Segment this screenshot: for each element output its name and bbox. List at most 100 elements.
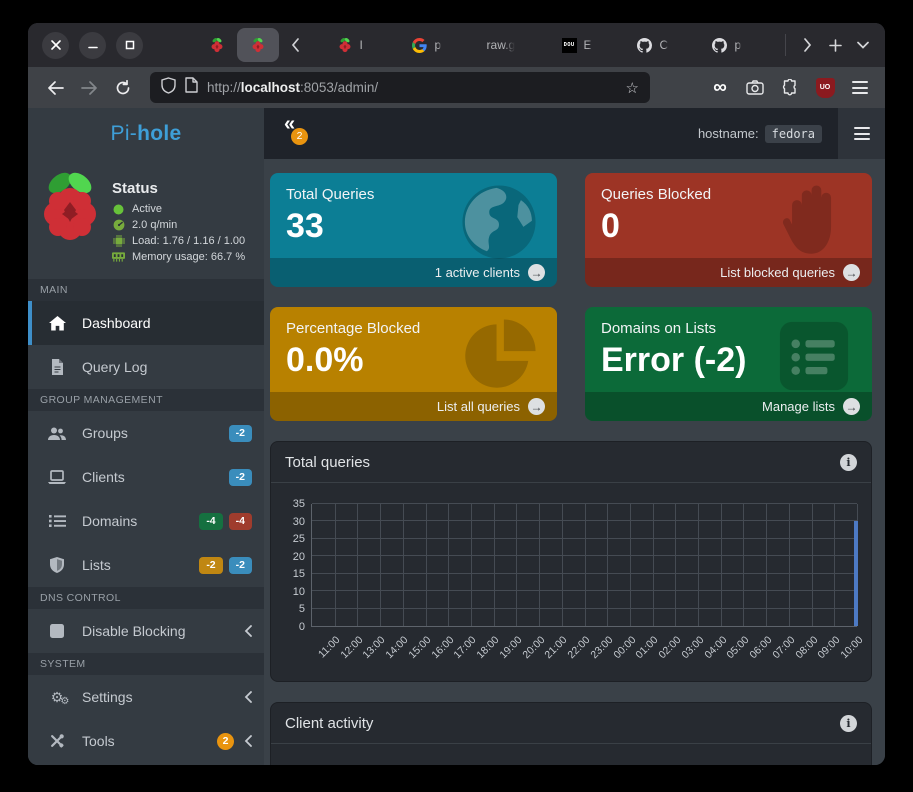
- ublock-origin-icon[interactable]: UO: [812, 75, 838, 101]
- card-title: Percentage Blocked: [270, 307, 557, 337]
- dou-favicon: DOU: [562, 38, 577, 53]
- card-value: Error (-2): [585, 337, 872, 380]
- v-gridline: [471, 504, 472, 626]
- card-domains-on-lists: Domains on ListsError (-2) Manage lists→: [585, 307, 872, 421]
- bookmark-star-icon[interactable]: ☆: [626, 79, 639, 97]
- back-button[interactable]: [40, 73, 70, 103]
- total-queries-chart[interactable]: 05101520253035 11:0012:0013:0014:0015:00…: [271, 483, 871, 681]
- sidebar-item-settings[interactable]: ⚙⚙Settings: [28, 675, 264, 719]
- sidebar-item-lists[interactable]: Lists-2-2: [28, 543, 264, 587]
- pinned-tab-raspberry[interactable]: [209, 37, 225, 53]
- card-footer-link[interactable]: List blocked queries→: [585, 258, 872, 287]
- browser-tab-4[interactable]: C: [631, 37, 706, 53]
- toolbar-extension-icons: ∞ UO: [707, 75, 873, 101]
- file-icon: [32, 359, 82, 375]
- card-footer-label: 1 active clients: [435, 265, 520, 280]
- total-queries-panel: Total queries i 05101520253035 11:0012:0…: [270, 441, 872, 682]
- github-favicon: [712, 37, 728, 53]
- tracking-protection-shield-icon[interactable]: [161, 77, 176, 99]
- browser-tab-3[interactable]: DOUE: [556, 37, 631, 53]
- extensions-puzzle-icon[interactable]: [777, 75, 803, 101]
- tab-scroll-right-icon[interactable]: [794, 31, 822, 59]
- sidebar-section-main: MAIN: [28, 279, 264, 301]
- browser-tab-2[interactable]: raw.g: [481, 37, 556, 53]
- card-title: Domains on Lists: [585, 307, 872, 337]
- info-icon[interactable]: i: [840, 715, 857, 732]
- sidebar-item-label: Disable Blocking: [82, 623, 234, 639]
- info-icon[interactable]: i: [840, 454, 857, 471]
- sidebar-collapse-button[interactable]: « 2: [280, 111, 310, 151]
- card-footer-link[interactable]: 1 active clients→: [270, 258, 557, 287]
- y-axis-label: 30: [273, 516, 305, 528]
- tab-scroll-left-icon[interactable]: [283, 38, 309, 52]
- url-text[interactable]: http://localhost:8053/admin/: [207, 80, 617, 95]
- page-info-icon[interactable]: [185, 77, 198, 98]
- v-gridline: [766, 504, 767, 626]
- v-gridline: [448, 504, 449, 626]
- card-footer-link[interactable]: Manage lists→: [585, 392, 872, 421]
- new-tab-button[interactable]: [821, 31, 849, 59]
- count-badge: -2: [229, 557, 252, 574]
- count-badge: -4: [199, 513, 222, 530]
- browser-tab-5[interactable]: p: [706, 37, 781, 53]
- sidebar-item-label: Query Log: [82, 359, 252, 375]
- v-gridline: [834, 504, 835, 626]
- v-gridline: [698, 504, 699, 626]
- v-gridline: [630, 504, 631, 626]
- infinity-extension-icon[interactable]: ∞: [707, 75, 733, 101]
- v-gridline: [721, 504, 722, 626]
- sidebar-item-dashboard[interactable]: Dashboard: [28, 301, 264, 345]
- address-bar[interactable]: http://localhost:8053/admin/ ☆: [150, 72, 650, 103]
- google-favicon: [412, 37, 428, 53]
- browser-tab-0[interactable]: I: [331, 37, 406, 53]
- raspberry-logo: [38, 168, 102, 267]
- reload-button[interactable]: [108, 73, 138, 103]
- update-count-badge: 2: [291, 128, 308, 145]
- maximize-button[interactable]: [116, 32, 143, 59]
- close-button[interactable]: [42, 32, 69, 59]
- card-footer-label: List all queries: [437, 399, 520, 414]
- card-footer-link[interactable]: List all queries→: [270, 392, 557, 421]
- screenshot-camera-icon[interactable]: [742, 75, 768, 101]
- browser-window: Ipraw.gDOUECp http://local: [28, 23, 885, 765]
- query-bar-10:00[interactable]: [854, 521, 858, 626]
- sidebar-item-disable-blocking[interactable]: Disable Blocking: [28, 609, 264, 653]
- total-queries-plot[interactable]: [311, 504, 857, 627]
- v-gridline: [607, 504, 608, 626]
- minimize-button[interactable]: [79, 32, 106, 59]
- card-value: 0: [585, 203, 872, 246]
- v-gridline: [675, 504, 676, 626]
- navigation-toolbar: http://localhost:8053/admin/ ☆ ∞ UO: [28, 67, 885, 108]
- sidebar-item-label: Domains: [82, 513, 193, 529]
- card-title: Queries Blocked: [585, 173, 872, 203]
- sidebar-item-query-log[interactable]: Query Log: [28, 345, 264, 389]
- logo-part1: Pi-: [111, 122, 138, 146]
- v-gridline: [743, 504, 744, 626]
- header-bar: « 2 hostname: fedora: [264, 108, 838, 159]
- sidebar-item-clients[interactable]: Clients-2: [28, 455, 264, 499]
- browser-tab-1[interactable]: p: [406, 37, 481, 53]
- sidebar-item-tools[interactable]: Tools2: [28, 719, 264, 763]
- status-text: Active: [132, 203, 162, 215]
- pihole-menu-button[interactable]: [838, 108, 885, 159]
- users-icon: [32, 426, 82, 441]
- v-gridline: [812, 504, 813, 626]
- forward-button[interactable]: [74, 73, 104, 103]
- sidebar-item-domains[interactable]: Domains-4-4: [28, 499, 264, 543]
- sidebar-item-groups[interactable]: Groups-2: [28, 411, 264, 455]
- browser-menu-icon[interactable]: [847, 75, 873, 101]
- count-badge: -2: [229, 425, 252, 442]
- dot-icon: [112, 204, 125, 215]
- arrow-circle-right-icon: →: [843, 264, 860, 281]
- status-dot: Active: [112, 203, 245, 215]
- y-axis-label: 20: [273, 551, 305, 563]
- client-activity-chart[interactable]: [271, 744, 871, 765]
- list-tabs-button[interactable]: [849, 31, 877, 59]
- active-tab-pihole[interactable]: [237, 28, 279, 62]
- card-title: Total Queries: [270, 173, 557, 203]
- tab-title: raw.g: [487, 38, 516, 52]
- status-box: Status Active2.0 q/minLoad: 1.76 / 1.16 …: [28, 159, 264, 279]
- sidebar-menu: MAINDashboardQuery LogGROUP MANAGEMENTGr…: [28, 279, 264, 763]
- sidebar-section-dns-control: DNS CONTROL: [28, 587, 264, 609]
- logo-part2: hole: [137, 122, 181, 146]
